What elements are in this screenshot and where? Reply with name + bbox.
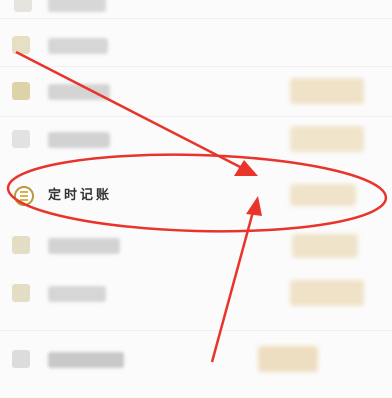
item-label-redacted [48,132,110,148]
item-icon [12,130,30,148]
item-label-redacted [48,0,106,12]
item-value-redacted [258,346,318,372]
item-value-redacted [292,234,358,258]
item-value-redacted [290,184,356,206]
item-value-redacted [290,280,364,306]
list-item[interactable] [0,340,392,380]
divider [0,116,392,117]
item-label-redacted [48,238,120,254]
item-value-redacted [290,126,364,152]
settings-list: 定时记账 [0,0,392,398]
item-icon [12,36,30,54]
item-icon [12,350,30,368]
item-value-redacted [290,78,364,104]
item-label-redacted [48,84,110,100]
item-icon [12,284,30,302]
divider [0,66,392,67]
list-item[interactable] [0,276,392,316]
list-item[interactable] [0,0,392,16]
item-icon [12,82,30,100]
list-item[interactable] [0,72,392,112]
item-label-redacted [48,286,106,302]
divider [0,330,392,331]
item-label-redacted [48,38,108,54]
item-label-redacted [48,352,124,368]
item-icon [14,0,32,12]
divider [0,18,392,19]
list-item[interactable] [0,30,392,64]
menu-item-label: 定时记账 [48,188,113,203]
menu-item-scheduled-booking[interactable]: 定时记账 [0,176,392,216]
timer-ledger-icon [14,186,34,206]
item-icon [12,236,30,254]
list-item[interactable] [0,122,392,162]
list-item[interactable] [0,230,392,270]
